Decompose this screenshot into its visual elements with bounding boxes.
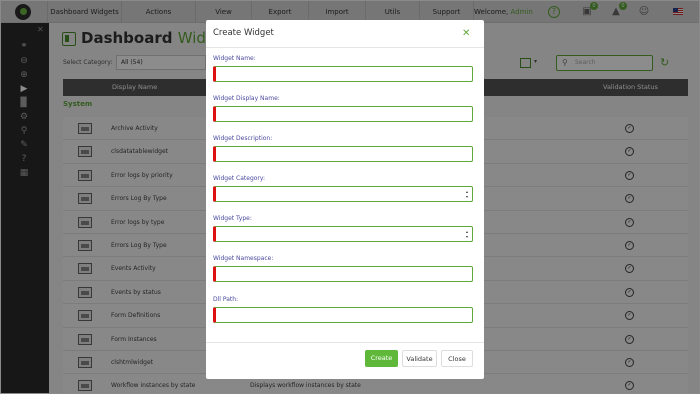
close-icon[interactable]: ✕ xyxy=(462,28,470,39)
validate-button[interactable]: Validate xyxy=(402,350,437,367)
label-widget-namespace: Widget Namespace: xyxy=(213,255,274,262)
label-widget-description: Widget Description: xyxy=(213,135,273,142)
label-widget-name: Widget Name: xyxy=(213,55,256,62)
widget-description-input[interactable] xyxy=(213,146,473,162)
divider xyxy=(206,47,484,48)
dialog-title: Create Widget xyxy=(213,28,274,38)
divider xyxy=(206,342,484,343)
label-widget-display-name: Widget Display Name: xyxy=(213,95,280,102)
label-widget-type: Widget Type: xyxy=(213,215,252,222)
create-button[interactable]: Create xyxy=(365,350,398,367)
widget-category-select[interactable] xyxy=(213,186,473,202)
create-widget-dialog: Create Widget ✕ Widget Name: Widget Disp… xyxy=(206,20,484,379)
widget-name-input[interactable] xyxy=(213,66,473,82)
close-button[interactable]: Close xyxy=(441,350,473,367)
label-dll-path: Dll Path: xyxy=(213,296,239,303)
label-widget-category: Widget Category: xyxy=(213,175,266,182)
dll-path-input[interactable] xyxy=(213,307,473,323)
app-window: Dashboard Widgets Actions View Export Im… xyxy=(0,0,700,394)
widget-namespace-input[interactable] xyxy=(213,266,473,282)
widget-type-select[interactable] xyxy=(213,226,473,242)
widget-display-name-input[interactable] xyxy=(213,106,473,122)
